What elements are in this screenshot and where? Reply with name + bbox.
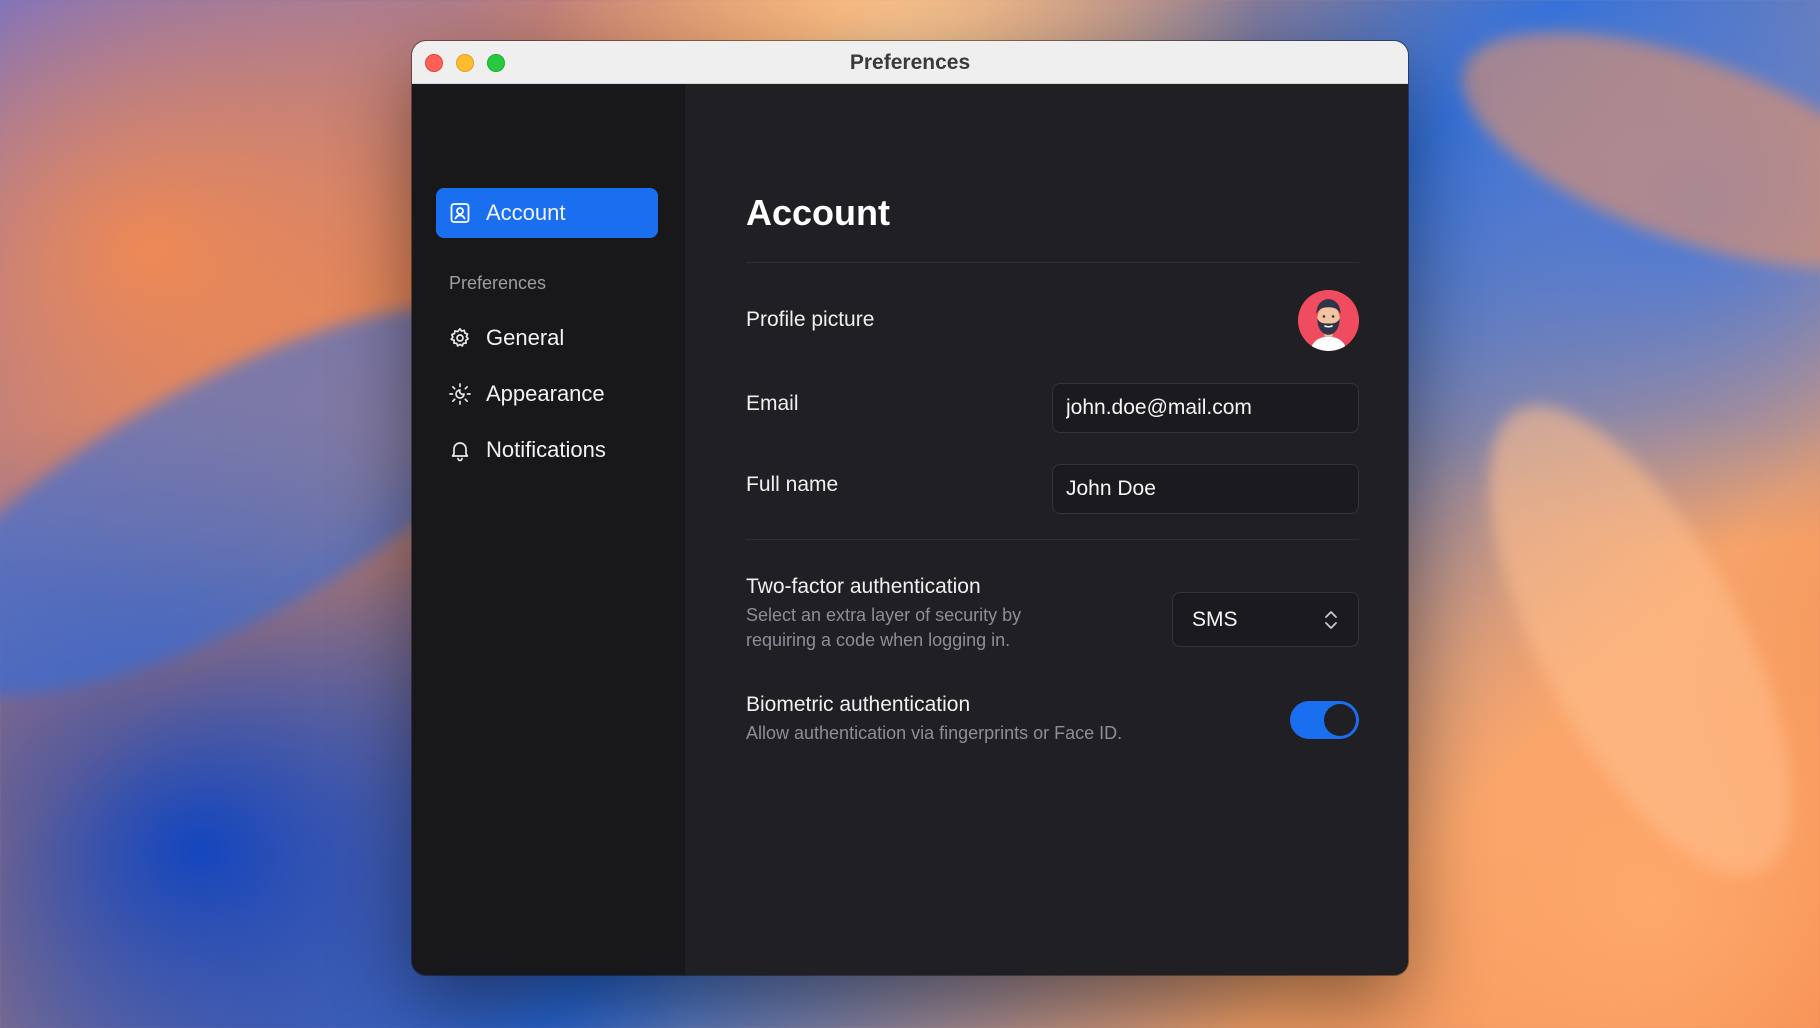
biometric-description: Allow authentication via fingerprints or… bbox=[746, 723, 1123, 743]
bell-icon bbox=[448, 438, 472, 462]
avatar[interactable] bbox=[1298, 290, 1359, 351]
wallpaper-swoosh bbox=[1429, 363, 1820, 917]
sidebar-item-appearance[interactable]: Appearance bbox=[436, 369, 658, 419]
content-pane: Account Profile picture Email Full name … bbox=[685, 84, 1408, 975]
sidebar-item-account[interactable]: Account bbox=[436, 188, 658, 238]
sidebar-item-notifications[interactable]: Notifications bbox=[436, 425, 658, 475]
biometric-label: Biometric authentication bbox=[746, 693, 971, 716]
gear-icon bbox=[448, 326, 472, 350]
biometric-toggle[interactable] bbox=[1290, 701, 1359, 739]
divider bbox=[746, 262, 1359, 263]
toggle-knob bbox=[1324, 704, 1356, 736]
chevron-up-down-icon bbox=[1322, 609, 1340, 631]
sidebar-section-label: Preferences bbox=[449, 273, 547, 293]
two-factor-select[interactable]: SMS bbox=[1172, 592, 1359, 647]
sidebar-item-label: Account bbox=[486, 200, 566, 225]
email-label: Email bbox=[746, 392, 799, 415]
page-title: Account bbox=[746, 192, 890, 233]
sidebar: Account Preferences General Appearance N… bbox=[412, 84, 685, 975]
account-icon bbox=[448, 201, 472, 225]
two-factor-selected-value: SMS bbox=[1192, 607, 1238, 631]
two-factor-description: requiring a code when logging in. bbox=[746, 630, 1011, 650]
sidebar-item-label: Notifications bbox=[486, 437, 606, 462]
two-factor-description: Select an extra layer of security by bbox=[746, 605, 1022, 625]
wallpaper-swoosh bbox=[1433, 0, 1820, 317]
title-bar: Preferences bbox=[412, 41, 1408, 84]
profile-picture-label: Profile picture bbox=[746, 308, 875, 331]
sidebar-item-general[interactable]: General bbox=[436, 313, 658, 363]
appearance-icon bbox=[448, 382, 472, 406]
full-name-field[interactable] bbox=[1052, 464, 1359, 514]
divider bbox=[746, 539, 1359, 540]
two-factor-label: Two-factor authentication bbox=[746, 575, 981, 598]
sidebar-item-label: General bbox=[486, 325, 565, 350]
email-field[interactable] bbox=[1052, 383, 1359, 433]
preferences-window: Preferences Account Preferences General bbox=[412, 41, 1408, 975]
full-name-label: Full name bbox=[746, 473, 839, 496]
window-title: Preferences bbox=[849, 51, 971, 74]
sidebar-item-label: Appearance bbox=[486, 381, 605, 406]
